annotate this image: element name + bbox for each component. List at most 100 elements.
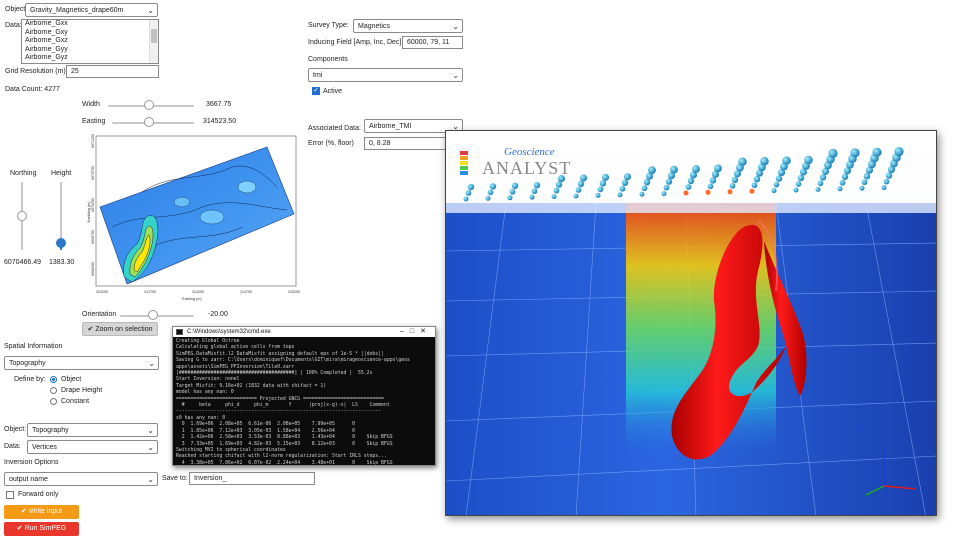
zoom-on-selection-button[interactable]: ✔ Zoom on selection: [82, 322, 158, 336]
data-point: [687, 177, 695, 185]
object-label: Object:: [5, 6, 28, 13]
active-checkbox[interactable]: ✓: [312, 87, 320, 95]
logo-text-top: Geoscience: [504, 146, 555, 158]
data-point: [815, 186, 821, 192]
width-slider-thumb[interactable]: [144, 100, 155, 110]
inducing-field-label: Inducing Field [Amp, Inc, Dec]: [308, 39, 402, 46]
width-label: Width: [82, 101, 100, 108]
save-to-input[interactable]: Inversion_: [189, 472, 315, 485]
console-titlebar[interactable]: C:\Windows\system32\cmd.exe –□✕: [173, 327, 435, 337]
northing-label: Northing: [10, 170, 37, 177]
components-value: tmi: [313, 72, 323, 79]
data-point: [685, 184, 692, 190]
data-point: [579, 174, 588, 182]
data-point: [773, 181, 780, 188]
define-by-label: Define by:: [14, 376, 46, 383]
data-point: [782, 156, 791, 165]
terminal-icon: [176, 329, 183, 335]
forward-only-checkbox[interactable]: [6, 491, 14, 499]
data-point: [707, 183, 714, 190]
output-name-select[interactable]: output name ⌄: [4, 472, 158, 486]
data-point: [859, 185, 865, 191]
chevron-down-icon: ⌄: [147, 443, 154, 452]
define-by-radio-0[interactable]: [50, 376, 57, 383]
components-label: Components: [308, 56, 348, 63]
3d-viewer[interactable]: Z Geoscience ANALYST: [445, 130, 937, 516]
logo-text-bottom: ANALYST: [482, 158, 571, 178]
plot-x-label: Easting (m): [182, 297, 202, 301]
data-map-plot[interactable]: 6071250 6070750 6070250 6069750 6069250 31325…: [82, 132, 304, 304]
data-point: [883, 178, 890, 185]
plot-y-tick: 6070250: [91, 198, 95, 212]
error-input[interactable]: 0, 8.28: [364, 137, 448, 150]
minimize-icon[interactable]: –: [400, 328, 410, 335]
plot-y-tick: 6069750: [91, 230, 95, 244]
data-point: [621, 179, 629, 186]
axis-z-label: Z: [857, 424, 862, 433]
data-list-item[interactable]: Airborne_Gxy: [22, 29, 158, 38]
object-select-value: Gravity_Magnetics_drape60m: [30, 7, 124, 14]
chevron-down-icon: ⌄: [147, 6, 154, 15]
define-by-radio-1[interactable]: [50, 387, 57, 394]
run-simpeg-button[interactable]: ✔ Run SimPEG: [4, 522, 79, 536]
northing-slider-thumb[interactable]: [17, 211, 27, 221]
data-point: [692, 165, 700, 173]
chevron-down-icon: ⌄: [147, 475, 154, 484]
northing-value: 6070466.49: [4, 259, 41, 266]
console-window[interactable]: C:\Windows\system32\cmd.exe –□✕ Creating…: [172, 326, 436, 466]
data-list-item[interactable]: Airborne_Gyz: [22, 54, 158, 63]
data-point: [467, 183, 475, 191]
inversion-options-title: Inversion Options: [4, 459, 59, 466]
data-point: [753, 176, 761, 183]
data-point: [577, 180, 585, 188]
data-point: [573, 193, 579, 199]
data-point: [597, 186, 604, 193]
plot-x-tick: 314250: [192, 290, 204, 294]
data-list-item[interactable]: Airborne_Gyy: [22, 46, 158, 55]
data-point: [665, 178, 673, 185]
grid-resolution-input[interactable]: 25: [66, 65, 159, 78]
data-point: [804, 155, 813, 165]
data-point: [529, 194, 535, 200]
data-point: [509, 188, 516, 195]
data-point: [639, 191, 645, 197]
data-list-item[interactable]: Airborne_Gxx: [22, 20, 158, 29]
survey-type-select[interactable]: Magnetics ⌄: [353, 19, 463, 33]
orientation-slider-thumb[interactable]: [148, 310, 159, 320]
object2-label: Object:: [4, 426, 27, 433]
data-point: [531, 188, 538, 195]
data-point: [795, 181, 802, 187]
window-controls[interactable]: –□✕: [400, 327, 432, 337]
data2-select[interactable]: Vertices ⌄: [27, 440, 158, 454]
object2-select[interactable]: Topography ⌄: [27, 423, 158, 437]
zoom-button-label: Zoom on selection: [95, 326, 153, 333]
chevron-down-icon: ⌄: [148, 359, 155, 368]
height-slider-thumb[interactable]: [56, 238, 66, 249]
data-point: [623, 173, 632, 181]
data-point: [738, 157, 747, 167]
data-point: [619, 185, 626, 192]
write-input-button[interactable]: ✔ Write input: [4, 505, 79, 519]
data-point: [661, 191, 667, 197]
data-point: [714, 164, 722, 173]
data2-label: Data:: [4, 443, 21, 450]
object-select[interactable]: Gravity_Magnetics_drape60m ⌄: [25, 3, 158, 17]
easting-slider-thumb[interactable]: [143, 117, 154, 127]
listbox-scrollbar[interactable]: [149, 20, 158, 63]
data-point: [839, 179, 846, 186]
data-list-item[interactable]: Airborne_Gxz: [22, 37, 158, 46]
data-point: [861, 179, 868, 186]
plot-x-tick: 314750: [240, 290, 252, 294]
components-select[interactable]: tmi ⌄: [308, 68, 463, 82]
inducing-field-input[interactable]: 60000, 79, 11: [402, 36, 463, 49]
data-listbox[interactable]: Airborne_Gxx Airborne_Gxy Airborne_Gxz Airb…: [21, 19, 159, 64]
close-icon[interactable]: ✕: [420, 328, 432, 335]
topography-select[interactable]: Topography ⌄: [4, 356, 159, 370]
define-by-radio-2[interactable]: [50, 398, 57, 405]
console-output: Creating Global Octree Calculating global…: [173, 337, 435, 469]
data-point: [595, 192, 601, 198]
3d-scene[interactable]: Z Geoscience ANALYST: [446, 131, 937, 516]
maximize-icon[interactable]: □: [410, 328, 420, 335]
scrollbar-thumb[interactable]: [151, 29, 157, 43]
orientation-label: Orientation: [82, 311, 117, 318]
